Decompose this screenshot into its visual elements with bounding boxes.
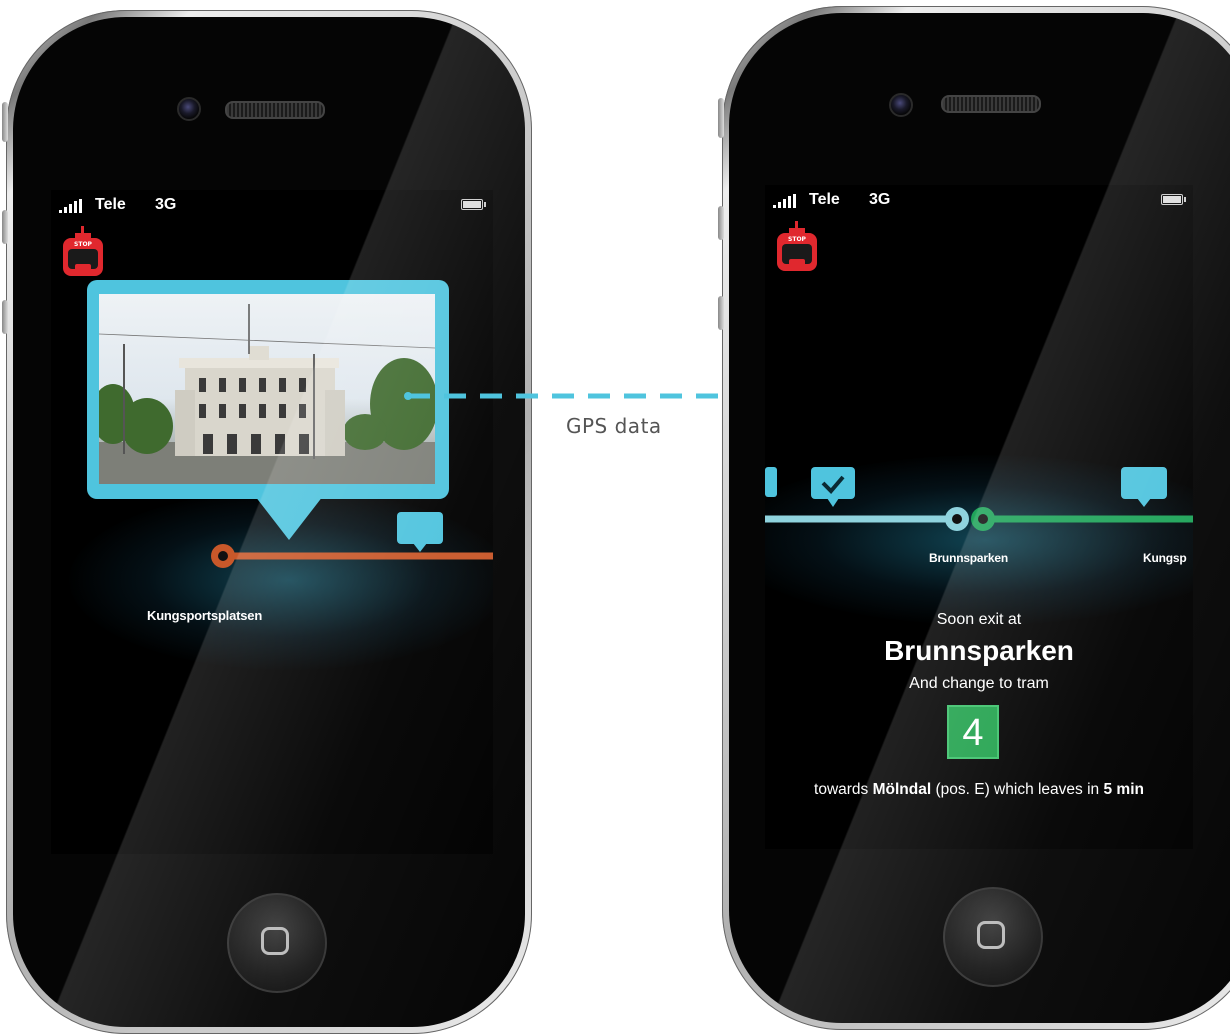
left-mute-switch: [2, 102, 8, 142]
carrier-name: Tele: [95, 196, 126, 213]
stop-photo: [99, 294, 435, 484]
departure-info: towards Mölndal (pos. E) which leaves in…: [765, 781, 1193, 799]
home-square-icon: [977, 921, 1005, 949]
chat-bubble-icon[interactable]: [1121, 467, 1167, 507]
left-speaker: [225, 101, 325, 119]
right-status-bar: Tele 3G: [765, 185, 1193, 213]
stop-icon[interactable]: STOP: [61, 226, 105, 280]
passed-stop-icon: [765, 467, 777, 497]
right-mute-switch: [718, 98, 724, 138]
gps-data-label: GPS data: [566, 414, 662, 438]
battery-icon: [461, 199, 486, 210]
left-phone: Tele 3G STOP Kungsportsplatsen: [2, 10, 532, 1034]
change-to-text: And change to tram: [909, 675, 1049, 692]
right-home-button[interactable]: [943, 887, 1043, 987]
battery-icon: [1161, 194, 1186, 205]
left-phone-body: Tele 3G STOP Kungsportsplatsen: [13, 17, 525, 1027]
signal-icon: [773, 194, 799, 208]
stop-icon[interactable]: STOP: [775, 221, 819, 275]
right-phone: Tele 3G STOP Brunnsparken Kungsp Soon ex…: [718, 6, 1230, 1030]
stop-icon-label: STOP: [788, 236, 807, 243]
left-screen: Tele 3G STOP Kungsportsplatsen: [51, 190, 493, 854]
network-type: 3G: [869, 191, 891, 208]
carrier-name: Tele: [809, 191, 840, 208]
signal-icon: [59, 199, 85, 213]
right-screen: Tele 3G STOP Brunnsparken Kungsp Soon ex…: [765, 185, 1193, 849]
stop-photo-card[interactable]: [87, 280, 449, 540]
left-home-button[interactable]: [227, 893, 327, 993]
left-volume-down: [2, 300, 8, 334]
right-phone-body: Tele 3G STOP Brunnsparken Kungsp Soon ex…: [729, 13, 1230, 1023]
destination-name: Mölndal: [872, 781, 932, 798]
left-status-bar: Tele 3G: [51, 190, 493, 218]
next-stop-label: Kungsp: [1143, 551, 1187, 565]
position-text: (pos. E) which leaves in: [935, 781, 1100, 798]
tram-number-badge: 4: [947, 705, 999, 759]
left-volume-up: [2, 210, 8, 244]
current-stop-label: Brunnsparken: [929, 551, 1008, 565]
right-volume-down: [718, 296, 724, 330]
exit-stop-name: Brunnsparken: [884, 635, 1074, 666]
chat-bubble-icon[interactable]: [397, 512, 443, 552]
left-camera: [177, 97, 201, 121]
right-volume-up: [718, 206, 724, 240]
right-camera: [889, 93, 913, 117]
leaves-in-time: 5 min: [1103, 781, 1144, 798]
towards-text: towards: [814, 781, 869, 798]
stop-icon-label: STOP: [74, 241, 93, 248]
soon-exit-text: Soon exit at: [936, 611, 1022, 628]
current-stop-label: Kungsportsplatsen: [147, 608, 263, 623]
right-speaker: [941, 95, 1041, 113]
network-type: 3G: [155, 196, 177, 213]
home-square-icon: [261, 927, 289, 955]
